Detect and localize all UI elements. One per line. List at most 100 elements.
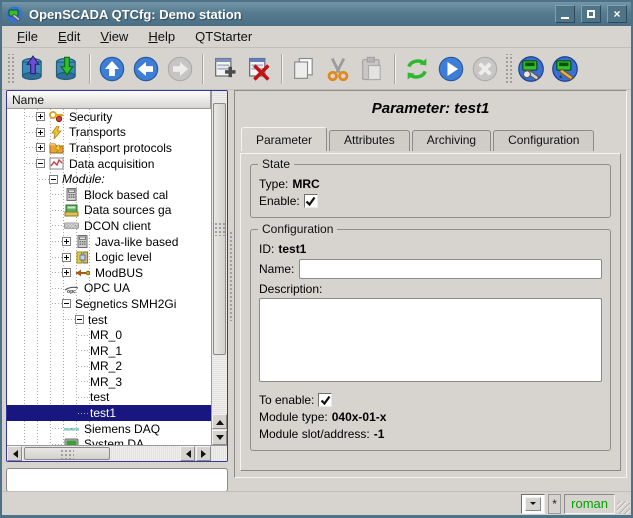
status-dropdown[interactable] xyxy=(521,494,545,514)
tree-item-label: test1 xyxy=(88,406,118,420)
expand-plus-icon[interactable] xyxy=(62,237,71,246)
tree-hscroll-slider[interactable] xyxy=(24,447,110,460)
user-name: roman xyxy=(571,496,608,511)
stop-update-button[interactable] xyxy=(468,52,502,86)
tree-item-mr-1[interactable]: MR_1 xyxy=(7,343,211,359)
tree-item-modbus[interactable]: ModBUS xyxy=(7,265,211,281)
add-item-button[interactable] xyxy=(208,52,242,86)
tree-header[interactable]: Name xyxy=(7,91,211,109)
tree-vscrollbar[interactable] xyxy=(211,91,227,445)
paste-item-button[interactable] xyxy=(355,52,389,86)
maximize-button[interactable] xyxy=(581,5,601,23)
tree-item-test[interactable]: test xyxy=(7,390,211,406)
expand-plus-icon[interactable] xyxy=(36,128,45,137)
collapse-minus-icon[interactable] xyxy=(75,315,84,324)
tree-item-label: test xyxy=(88,390,111,404)
tree-item-data-acquisition[interactable]: Data acquisition xyxy=(7,156,211,172)
status-dropdown-button[interactable] xyxy=(525,497,541,511)
tab-parameter[interactable]: Parameter xyxy=(241,127,327,151)
back-button[interactable] xyxy=(129,52,163,86)
save-to-db-button[interactable] xyxy=(50,52,84,86)
expand-plus-icon[interactable] xyxy=(62,253,71,262)
name-input[interactable] xyxy=(299,259,602,279)
tree-hscroll-left2-button[interactable] xyxy=(180,446,195,461)
tree-item-opc-ua[interactable]: opcOPC UA xyxy=(7,281,211,297)
minimize-button[interactable] xyxy=(555,5,575,23)
menu-item-file[interactable]: File xyxy=(8,27,47,46)
calc-icon xyxy=(75,235,90,248)
paste-icon xyxy=(358,55,386,83)
resize-grip[interactable] xyxy=(617,501,630,514)
chart-icon xyxy=(49,157,64,170)
toolbar-grip[interactable] xyxy=(504,54,512,84)
tree-search-input[interactable] xyxy=(6,468,228,492)
status-user-badge[interactable]: roman xyxy=(564,494,615,514)
tree-item-block-based-cal[interactable]: Block based cal xyxy=(7,187,211,203)
tree-connector xyxy=(52,428,62,429)
forward-button[interactable] xyxy=(163,52,197,86)
type-row: Type: MRC xyxy=(259,177,602,191)
tree-item-transport-protocols[interactable]: Transport protocols xyxy=(7,140,211,156)
tree-item-siemens-daq[interactable]: SIEMENSSiemens DAQ xyxy=(7,421,211,437)
tab-attributes[interactable]: Attributes xyxy=(329,130,410,151)
close-button[interactable]: × xyxy=(607,5,627,23)
menu-item-edit[interactable]: Edit xyxy=(49,27,89,46)
tree-connector xyxy=(26,116,36,117)
description-textarea[interactable] xyxy=(259,298,602,382)
tree-item-test[interactable]: test xyxy=(7,312,211,328)
module-type-value: 040x-01-x xyxy=(332,410,387,424)
tree-item-mr-0[interactable]: MR_0 xyxy=(7,327,211,343)
tree-item-module-[interactable]: Module: xyxy=(7,171,211,187)
collapse-minus-icon[interactable] xyxy=(49,175,58,184)
tab-archiving[interactable]: Archiving xyxy=(412,130,491,151)
tree-vscroll-slider[interactable] xyxy=(213,103,226,355)
cut-item-button[interactable] xyxy=(321,52,355,86)
qtcfg-icon xyxy=(517,55,545,83)
id-label: ID: xyxy=(259,242,274,256)
arrow-up-icon xyxy=(216,416,224,425)
load-from-db-button[interactable] xyxy=(16,52,50,86)
refresh-button[interactable] xyxy=(400,52,434,86)
expand-plus-icon[interactable] xyxy=(62,268,71,277)
tree-vscroll-down-button[interactable] xyxy=(212,430,227,445)
menu-item-qtstarter[interactable]: QTStarter xyxy=(186,27,261,46)
vision-starter-button[interactable] xyxy=(548,52,582,86)
tree-vscroll-up2-button[interactable] xyxy=(212,414,227,429)
tree-hscroll-right-button[interactable] xyxy=(196,446,211,461)
tree-item-transports[interactable]: Transports xyxy=(7,125,211,141)
tab-configuration[interactable]: Configuration xyxy=(493,130,594,151)
menu-item-view[interactable]: View xyxy=(91,27,137,46)
tree-item-data-sources-ga[interactable]: Data sources ga xyxy=(7,203,211,219)
to-enable-checkbox[interactable] xyxy=(318,393,332,407)
tree-item-label: test xyxy=(86,313,109,327)
start-update-button[interactable] xyxy=(434,52,468,86)
tree-item-logic-level[interactable]: Logic level xyxy=(7,249,211,265)
tree-item-mr-2[interactable]: MR_2 xyxy=(7,359,211,375)
delete-item-button[interactable] xyxy=(242,52,276,86)
tree-hscroll-left-button[interactable] xyxy=(7,446,22,461)
grip-dots-icon xyxy=(60,449,74,459)
tree-widget: Name SecurityTransportsTransport protoco… xyxy=(6,90,228,462)
menu-item-help[interactable]: Help xyxy=(139,27,184,46)
status-modified-indicator[interactable]: * xyxy=(548,494,561,514)
copy-item-button[interactable] xyxy=(287,52,321,86)
tree-item-system-da[interactable]: System DA xyxy=(7,436,211,445)
qtcfg-starter-button[interactable] xyxy=(514,52,548,86)
tree-hscrollbar[interactable] xyxy=(7,445,227,461)
expand-plus-icon[interactable] xyxy=(36,143,45,152)
collapse-minus-icon[interactable] xyxy=(62,299,71,308)
enable-checkbox[interactable] xyxy=(304,194,318,208)
tree-item-label: Security xyxy=(67,110,114,124)
tree-item-java-like-based[interactable]: Java-like based xyxy=(7,234,211,250)
tree-connector xyxy=(65,319,75,320)
titlebar[interactable]: OpenSCADA QTCfg: Demo station × xyxy=(2,2,631,26)
tree-item-security[interactable]: Security xyxy=(7,109,211,125)
tree-item-dcon-client[interactable]: DCONDCON client xyxy=(7,218,211,234)
up-button[interactable] xyxy=(95,52,129,86)
tree-item-test1[interactable]: test1 xyxy=(7,405,211,421)
tree-item-mr-3[interactable]: MR_3 xyxy=(7,374,211,390)
collapse-minus-icon[interactable] xyxy=(36,159,45,168)
expand-plus-icon[interactable] xyxy=(36,112,45,121)
toolbar-grip[interactable] xyxy=(6,54,14,84)
tree-item-segnetics-smh2gi[interactable]: Segnetics SMH2Gi xyxy=(7,296,211,312)
